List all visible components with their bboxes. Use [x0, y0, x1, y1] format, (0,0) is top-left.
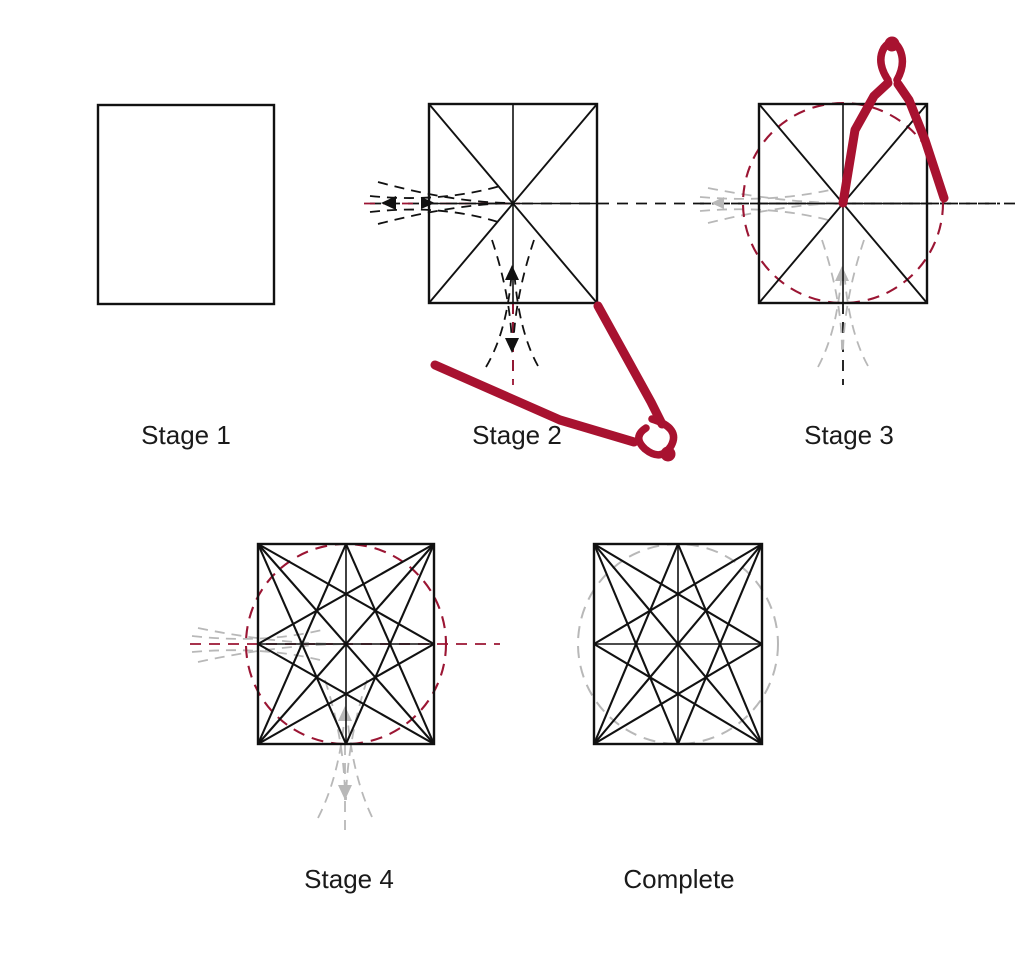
compass-knob-3	[884, 36, 900, 52]
stage2-arc-left-outer-upper	[369, 185, 501, 199]
stage1-rectangle	[96, 103, 276, 306]
stage4-arc-bot-ol	[317, 711, 346, 819]
stage-4-group: Stage 4	[190, 542, 500, 894]
stage2-arc-left-upper	[377, 181, 514, 204]
stage3-arc-bottom-outer-l	[817, 267, 843, 368]
complete-group: Complete	[577, 542, 779, 894]
stage4-arc-bot-l	[324, 679, 346, 801]
stage4-star-lines	[257, 543, 435, 745]
compass-leg-right	[593, 301, 667, 429]
stage4-arrow-bot-up	[338, 706, 352, 721]
stage2-arc-bottom-outer-l	[485, 267, 513, 368]
stage2-arc-bottom-outer-r	[513, 267, 539, 367]
stage4-arc-bot-r	[345, 679, 368, 801]
stage3-arc-left-lower	[707, 202, 844, 224]
stage4-arc-bot-or	[346, 711, 373, 818]
compass-leg-pivot	[838, 78, 893, 208]
stage-1-label: Stage 1	[141, 420, 231, 450]
stage3-arc-left-upper	[707, 187, 844, 204]
complete-star-lines	[593, 543, 763, 745]
stage2-arrowhead-bottom-down	[505, 338, 519, 353]
compass-knob	[660, 446, 676, 462]
compass-leg-pen	[893, 79, 949, 203]
stage2-arrowhead-bottom-up	[505, 265, 519, 280]
construction-figure: Stage 1 Stage 2 Stage 3 Stage 4 Complete	[96, 36, 1020, 894]
stage-2-label: Stage 2	[472, 420, 562, 450]
compass-stage-3	[838, 36, 949, 208]
stage-4-label: Stage 4	[304, 864, 394, 894]
stage3-arc-bottom-outer-r	[843, 267, 869, 367]
complete-label: Complete	[623, 864, 734, 894]
stage-3-label: Stage 3	[804, 420, 894, 450]
stage-1-group: Stage 1	[96, 103, 276, 450]
stage3-arrowhead-bottom	[835, 266, 849, 281]
stage-3-group: Stage 3	[699, 36, 1020, 450]
